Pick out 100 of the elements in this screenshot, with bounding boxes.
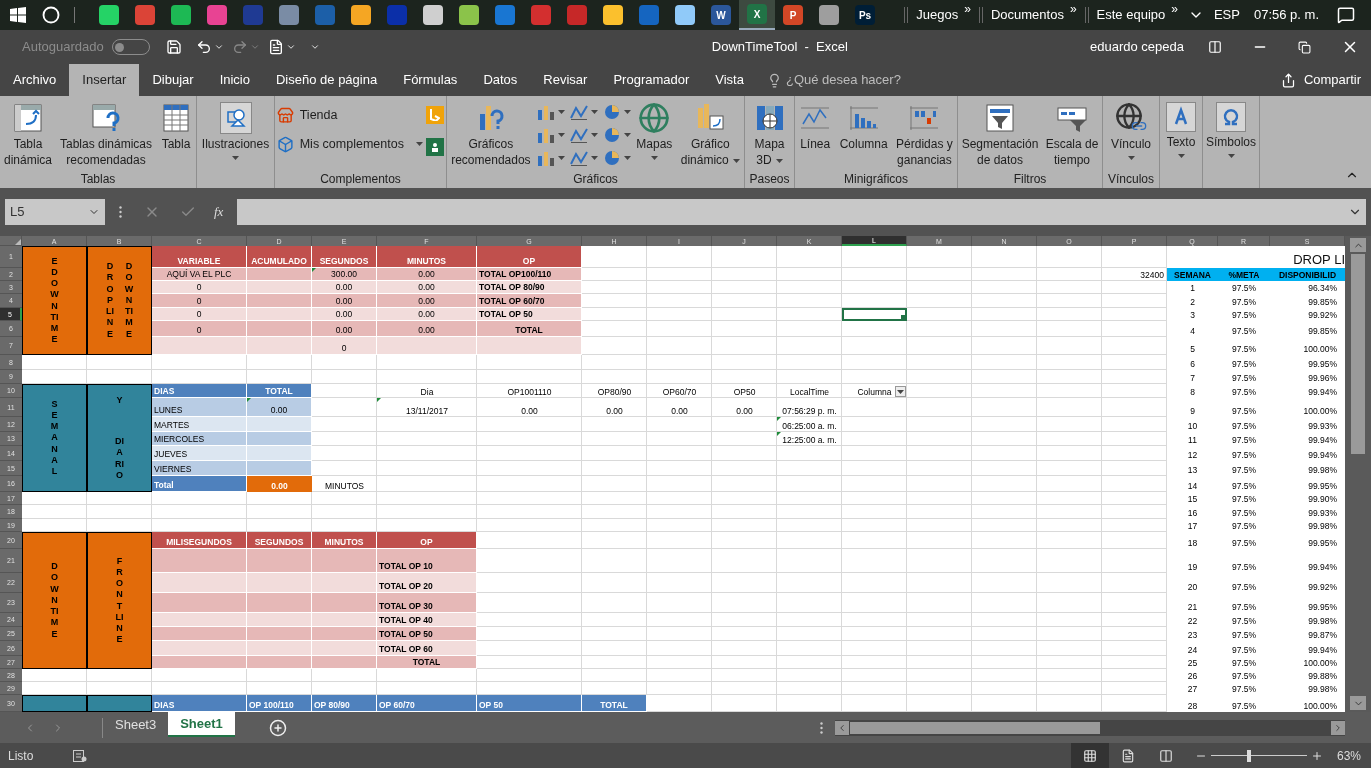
touch-mode-icon[interactable] [267, 39, 284, 55]
taskbar-app-button[interactable]: P [775, 0, 811, 30]
pivot-table-button[interactable]: Tabla dinámica [1, 100, 55, 168]
table-cell: MILISEGUNDOS [152, 532, 247, 549]
recommended-charts-button[interactable]: Gráficos recomendados [448, 100, 534, 168]
macro-record-icon[interactable] [73, 749, 88, 762]
undo-icon[interactable] [195, 39, 212, 55]
table-cell-text: 97.5% [1230, 520, 1258, 532]
recommended-pivot-button[interactable]: Tablas dinámicas recomendadas [57, 100, 156, 168]
group-label: Filtros [1013, 171, 1047, 188]
redo-icon[interactable] [231, 39, 248, 55]
table-cell-text: 99.98% [1307, 520, 1338, 532]
table-cell: Total [152, 476, 247, 492]
table-cell-text: 1 [1189, 282, 1196, 294]
restore-icon[interactable] [1298, 40, 1311, 54]
slicer-button[interactable]: Segmentación de datos [958, 100, 1042, 168]
share-icon [1280, 72, 1296, 88]
formula-field[interactable] [237, 199, 1366, 225]
notification-icon[interactable] [1337, 6, 1355, 24]
more-options-icon[interactable] [820, 721, 823, 734]
ribbon-tab[interactable]: Dibujar [139, 64, 207, 96]
windows-logo-icon[interactable] [10, 7, 26, 23]
vertical-text: SEMANAL [50, 398, 59, 478]
table-cell-text: 10 [1186, 420, 1199, 432]
scroll-thumb[interactable] [850, 721, 1100, 734]
table-cell-text: 2 [1189, 296, 1196, 308]
insert-function-button[interactable]: fx [214, 202, 224, 222]
share-button[interactable]: Compartir [1280, 64, 1361, 96]
sparkline-line-button[interactable]: Línea [796, 100, 835, 152]
caret-icon [650, 156, 658, 160]
zoom-slider[interactable] [1210, 749, 1307, 762]
map-3d-button[interactable]: Mapa 3D [750, 100, 789, 168]
tell-me-field[interactable]: ¿Qué desea hacer? [785, 70, 936, 90]
save-icon[interactable] [165, 39, 182, 55]
table-cell: 0.00 [247, 398, 312, 417]
maps-button[interactable]: Mapas [633, 100, 676, 160]
my-addins-button[interactable]: Mis complementos [276, 134, 423, 154]
timeline-button[interactable]: Escala de tiempo [1042, 100, 1102, 168]
scroll-left-button[interactable] [835, 720, 849, 735]
ribbon-tab[interactable]: Fórmulas [390, 64, 471, 96]
customize-toolbar-icon[interactable] [309, 42, 320, 52]
table-cell: OP 50 [477, 695, 582, 712]
table-cell-text: 22 [1186, 615, 1199, 627]
table-cell: DIAS [152, 695, 247, 712]
zoom-slider-thumb[interactable] [1247, 749, 1252, 762]
sheet-tab[interactable]: Sheet3 [103, 712, 169, 737]
table-cell-text: 97.5% [1230, 464, 1258, 476]
text-button[interactable]: Texto [1163, 100, 1199, 158]
table-cell: TOTAL OP 60 [377, 641, 477, 656]
scroll-thumb[interactable] [1351, 254, 1365, 454]
table-cell-text: 99.92% [1307, 309, 1338, 321]
scroll-right-button[interactable] [1331, 720, 1345, 735]
addin-icon[interactable] [426, 138, 445, 156]
ribbon-tab[interactable]: Inicio [206, 64, 263, 96]
sparkline-winloss-button[interactable]: Pérdidas y ganancias [893, 100, 956, 168]
table-cell: OP 80/90 [312, 695, 377, 712]
symbols-button[interactable]: Símbolos [1203, 100, 1260, 158]
vertical-text: DOWNTIME [124, 261, 134, 340]
table-cell-text: 97.5% [1230, 561, 1258, 573]
taskbar-app-button[interactable]: W [703, 0, 739, 30]
search-icon[interactable] [42, 6, 60, 24]
language-indicator[interactable]: ESP [1213, 5, 1240, 25]
pivot-chart-button[interactable]: Gráfico dinámico [677, 100, 743, 168]
table-button[interactable]: Tabla [157, 100, 195, 152]
zoom-in-icon[interactable] [1310, 749, 1323, 762]
clock[interactable]: 07:56 p. m. [1253, 5, 1319, 25]
table-cell-text: 18 [1186, 537, 1199, 549]
caret-icon[interactable] [285, 42, 296, 52]
ribbon-tab[interactable]: Diseño de página [263, 64, 391, 96]
ribbon-tab[interactable]: Vista [702, 64, 757, 96]
illustrations-button[interactable]: Ilustraciones [198, 100, 273, 160]
autosave-label: Autoguardado [22, 38, 104, 57]
ribbon-tab[interactable]: Archivo [0, 64, 70, 96]
table-cell: TOTAL OP 60/70 [477, 294, 582, 308]
name-box[interactable]: L5 [5, 199, 105, 225]
more-options-icon[interactable] [119, 206, 122, 218]
caret-icon [1127, 156, 1135, 160]
caret-icon [1227, 154, 1235, 158]
caret-icon[interactable] [213, 42, 224, 52]
chevron-right-icon [1333, 722, 1343, 733]
ribbon-display-icon[interactable] [1208, 40, 1222, 54]
table-cell-text: 97.5% [1230, 358, 1258, 370]
table-cell-text: 97.5% [1230, 581, 1258, 593]
filter-button[interactable] [895, 386, 906, 397]
table-cell: 0.00 [312, 281, 377, 294]
ribbon-tab[interactable]: Revisar [530, 64, 601, 96]
taskbar-app-button[interactable]: X [739, 0, 775, 30]
select-all-button[interactable] [0, 236, 22, 246]
caret-icon [590, 133, 598, 137]
sheet-tab[interactable]: Sheet1 [168, 712, 235, 737]
table-cell: SEGUNDOS [247, 532, 312, 549]
ribbon-tab[interactable]: Insertar [69, 64, 140, 96]
link-button[interactable]: Vínculo [1108, 100, 1154, 160]
ribbon-tab[interactable]: Programador [600, 64, 703, 96]
view-button[interactable] [1070, 743, 1109, 768]
store-button[interactable]: Tienda [276, 106, 423, 125]
taskbar-app-button[interactable]: Ps [847, 0, 883, 30]
sparkline-column-button[interactable]: Columna [836, 100, 891, 152]
ribbon-tab[interactable]: Datos [470, 64, 531, 96]
add-sheet-icon[interactable] [268, 718, 287, 737]
